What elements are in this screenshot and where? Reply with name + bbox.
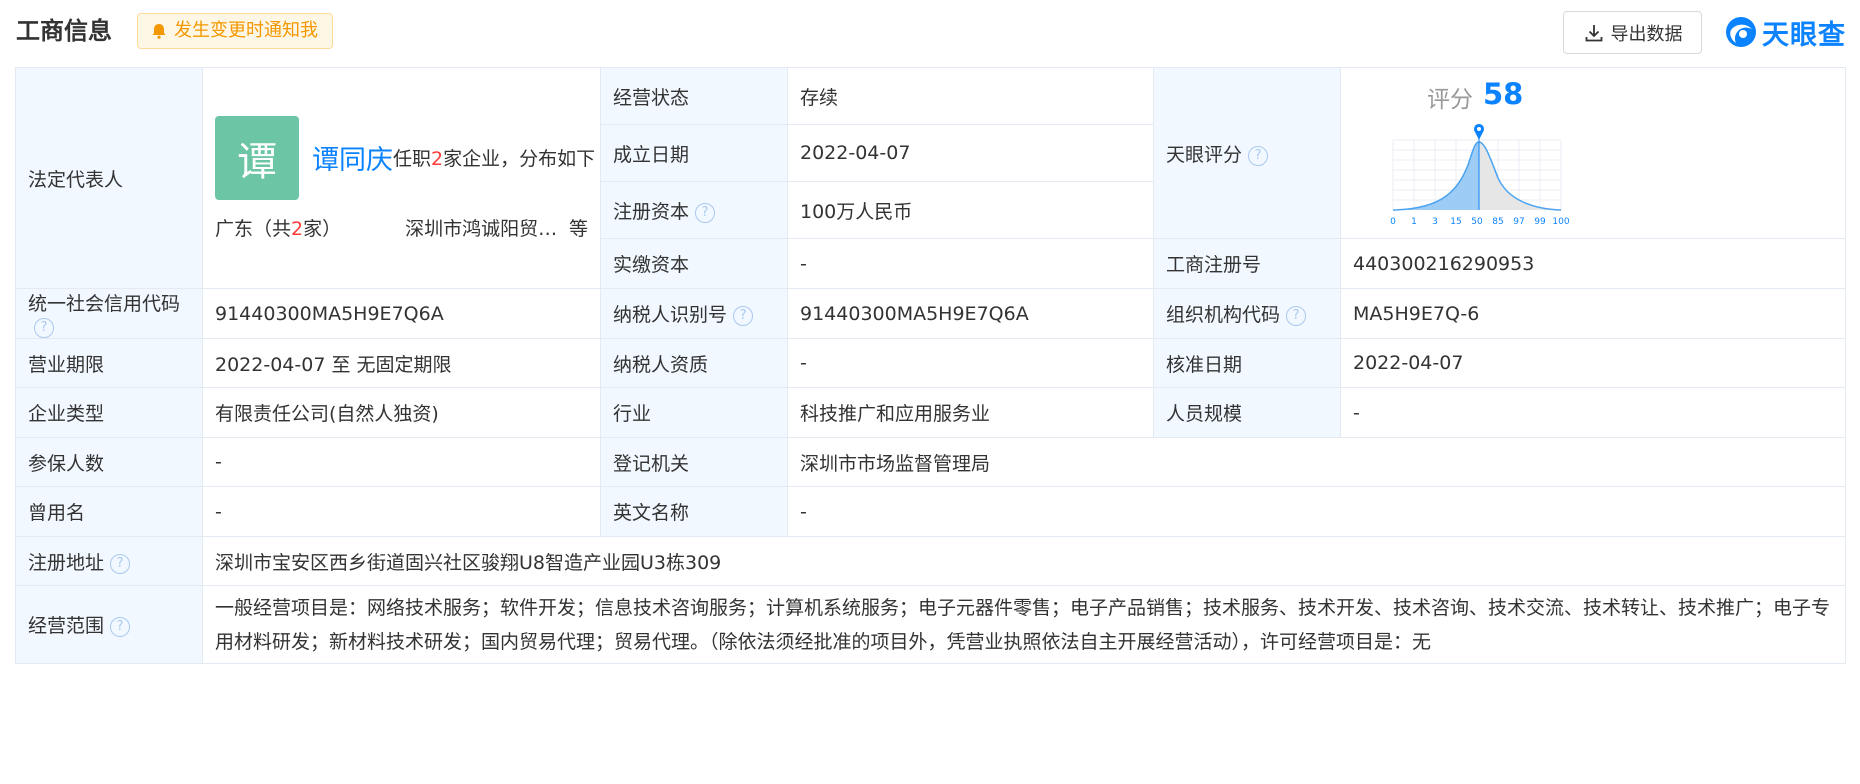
logo-mark-icon bbox=[1726, 17, 1756, 47]
type-value: 有限责任公司(自然人独资) bbox=[202, 387, 601, 438]
help-icon[interactable]: ? bbox=[733, 306, 754, 326]
legal-rep-more: 等 bbox=[568, 217, 588, 240]
reg-no-label: 工商注册号 bbox=[1153, 238, 1341, 289]
status-value: 存续 bbox=[787, 67, 1154, 125]
legal-rep-region[interactable]: 广东（共2家） bbox=[215, 214, 341, 241]
insured-value: - bbox=[202, 437, 601, 487]
score-axis-tick: 15 bbox=[1450, 217, 1461, 227]
section-title: 工商信息 bbox=[16, 17, 112, 45]
taxpayer-qual-value: - bbox=[787, 338, 1154, 388]
insured-label: 参保人数 bbox=[15, 437, 203, 487]
score-axis-tick: 50 bbox=[1471, 217, 1483, 227]
help-icon[interactable]: ? bbox=[34, 318, 54, 338]
help-icon[interactable]: ? bbox=[110, 617, 131, 637]
type-label: 企业类型 bbox=[15, 387, 203, 438]
scope-value: 一般经营项目是：网络技术服务；软件开发；信息技术咨询服务；计算机系统服务；电子元… bbox=[202, 585, 1846, 664]
legal-rep-label: 法定代表人 bbox=[15, 67, 203, 289]
legal-rep-name-link[interactable]: 谭同庆 bbox=[312, 138, 393, 177]
legal-rep-company-link[interactable]: 深圳市鸿诚阳贸易有... bbox=[405, 214, 569, 241]
org-code-value: MA5H9E7Q-6 bbox=[1340, 288, 1846, 339]
reg-capital-value: 100万人民币 bbox=[787, 181, 1154, 239]
help-icon[interactable]: ? bbox=[1248, 145, 1269, 166]
notify-change-button[interactable]: 发生变更时通知我 bbox=[137, 13, 333, 49]
notify-change-label: 发生变更时通知我 bbox=[174, 20, 318, 41]
logo-text: 天眼查 bbox=[1762, 19, 1846, 51]
credit-code-value: 91440300MA5H9E7Q6A bbox=[202, 288, 601, 339]
approve-date-value: 2022-04-07 bbox=[1340, 338, 1846, 388]
score-axis-tick: 3 bbox=[1432, 217, 1438, 227]
former-name-value: - bbox=[202, 486, 601, 537]
authority-value: 深圳市市场监督管理局 bbox=[787, 437, 1846, 487]
tianyancha-logo: 天眼查 bbox=[1724, 12, 1846, 52]
term-label: 营业期限 bbox=[15, 338, 203, 388]
credit-code-label-cell: 统一社会信用代码? bbox=[15, 288, 203, 339]
staff-size-label: 人员规模 bbox=[1153, 387, 1341, 438]
score-label-cell: 天眼评分? bbox=[1153, 67, 1341, 239]
export-data-label: 导出数据 bbox=[1610, 23, 1683, 45]
section-header: 工商信息 发生变更时通知我 导出数据 天眼查 bbox=[0, 0, 1860, 64]
paid-capital-value: - bbox=[787, 238, 1154, 289]
score-widget[interactable]: 评分 58 0 1 3 15 50 85 97 99 100 bbox=[1353, 68, 1833, 238]
approve-date-label: 核准日期 bbox=[1153, 338, 1341, 388]
score-title: 评分 bbox=[1427, 87, 1473, 113]
download-icon bbox=[1585, 24, 1602, 41]
bell-icon bbox=[152, 24, 166, 39]
paid-capital-label: 实缴资本 bbox=[600, 238, 788, 289]
help-icon[interactable]: ? bbox=[1286, 306, 1307, 326]
score-value: 58 bbox=[1483, 77, 1524, 111]
export-data-button[interactable]: 导出数据 bbox=[1563, 11, 1702, 54]
legal-rep-cell: 谭 谭同庆 任职2家企业，分布如下 广东（共2家） 深圳市鸿诚阳贸易有... 等 bbox=[202, 67, 601, 289]
taxpayer-id-label-cell: 纳税人识别号? bbox=[600, 288, 788, 339]
industry-label: 行业 bbox=[600, 387, 788, 438]
reg-capital-label-cell: 注册资本? bbox=[600, 181, 788, 239]
org-code-label-cell: 组织机构代码? bbox=[1153, 288, 1341, 339]
score-axis-tick: 85 bbox=[1492, 217, 1503, 227]
english-name-label: 英文名称 bbox=[600, 486, 788, 537]
former-name-label: 曾用名 bbox=[15, 486, 203, 537]
taxpayer-qual-label: 纳税人资质 bbox=[600, 338, 788, 388]
founded-label: 成立日期 bbox=[600, 124, 788, 182]
address-value: 深圳市宝安区西乡街道固兴社区骏翔U8智造产业园U3栋309 bbox=[202, 536, 1846, 586]
english-name-value: - bbox=[787, 486, 1846, 537]
help-icon[interactable]: ? bbox=[110, 553, 131, 574]
status-label: 经营状态 bbox=[600, 67, 788, 125]
taxpayer-id-value: 91440300MA5H9E7Q6A bbox=[787, 288, 1154, 339]
legal-rep-avatar[interactable]: 谭 bbox=[215, 115, 299, 200]
authority-label: 登记机关 bbox=[600, 437, 788, 487]
reg-capital-label: 注册资本 bbox=[613, 200, 690, 223]
business-info-table: 法定代表人 谭 谭同庆 任职2家企业，分布如下 广东（共2家） 深圳市鸿诚阳贸易… bbox=[15, 67, 1846, 664]
score-axis-tick: 0 bbox=[1390, 217, 1396, 227]
help-icon[interactable]: ? bbox=[695, 202, 716, 223]
founded-value: 2022-04-07 bbox=[787, 124, 1154, 182]
score-cell: 评分 58 0 1 3 15 50 85 97 99 100 bbox=[1340, 67, 1846, 239]
address-label-cell: 注册地址? bbox=[15, 536, 203, 586]
score-axis-tick: 1 bbox=[1411, 217, 1417, 227]
legal-rep-summary: 任职2家企业，分布如下 bbox=[393, 148, 596, 170]
scope-label-cell: 经营范围? bbox=[15, 585, 203, 664]
score-axis-tick: 99 bbox=[1534, 217, 1546, 227]
industry-value: 科技推广和应用服务业 bbox=[787, 387, 1154, 438]
term-value: 2022-04-07 至 无固定期限 bbox=[202, 338, 601, 388]
score-axis-tick: 100 bbox=[1552, 217, 1569, 227]
staff-size-value: - bbox=[1340, 387, 1846, 438]
reg-no-value: 440300216290953 bbox=[1340, 238, 1846, 289]
score-axis-tick: 97 bbox=[1513, 217, 1524, 227]
score-distribution-chart: 0 1 3 15 50 85 97 99 100 bbox=[1390, 124, 1570, 227]
